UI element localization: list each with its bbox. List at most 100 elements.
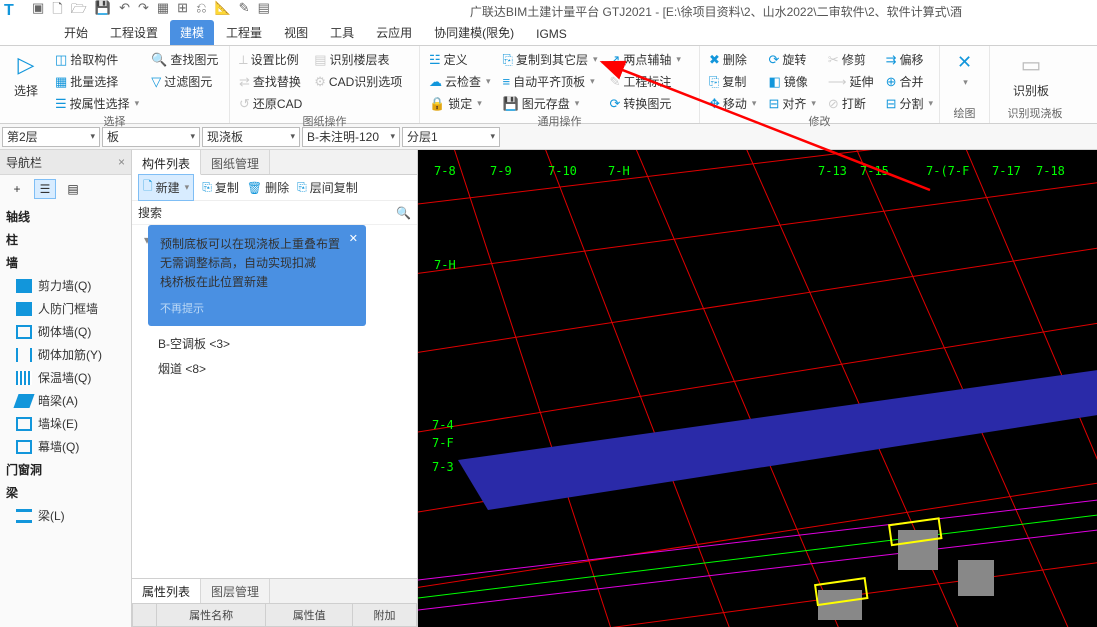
qat-icon[interactable]: ⎌ <box>196 0 206 22</box>
tree-node[interactable]: B-空调板 <3> <box>144 331 417 356</box>
search-icon[interactable]: 🔍 <box>396 206 411 220</box>
model-viewport[interactable]: 7-8 7-9 7-10 7-H 7-13 7-15 7-(7-F 7-17 7… <box>418 150 1097 627</box>
draw-tool[interactable]: ✕▾ <box>946 48 983 88</box>
nav-item[interactable]: 砌体墙(Q) <box>0 320 131 343</box>
recognize-slab[interactable]: ▭识别板 <box>996 48 1066 99</box>
pick-element[interactable]: ◫拾取构件 <box>52 50 142 69</box>
find-element[interactable]: 🔍查找图元 <box>148 50 221 69</box>
floor-combo[interactable]: 第2层▾ <box>2 127 100 147</box>
new-button[interactable]: 🗋新建▾ <box>138 174 194 201</box>
tab-quantity[interactable]: 工程量 <box>216 20 272 45</box>
nav-category[interactable]: 梁 <box>0 481 131 504</box>
layer-copy-button[interactable]: ⎘层间复制 <box>297 179 358 196</box>
delete[interactable]: ✖删除 <box>706 50 759 69</box>
qat-icon[interactable]: ▣ <box>32 0 44 22</box>
qat-icon[interactable]: ⊞ <box>177 0 188 22</box>
cloud-check[interactable]: ☁云检查▾ <box>426 72 494 91</box>
qat-icon[interactable]: 💾 <box>95 0 111 22</box>
qat-icon[interactable]: 🗁 <box>71 0 87 22</box>
nav-view-tools: + ☰ ▤ <box>0 175 131 203</box>
tab-igms[interactable]: IGMS <box>526 23 577 45</box>
property-table: 属性名称 属性值 附加 <box>132 603 417 627</box>
filter-element[interactable]: ▽过滤图元 <box>148 72 221 91</box>
copy-to-layer[interactable]: ⎘复制到其它层▾ <box>500 50 601 69</box>
tab-layers[interactable]: 图层管理 <box>201 579 270 603</box>
nav-item[interactable]: 人防门框墙 <box>0 297 131 320</box>
extend: ⟶延伸 <box>825 72 877 91</box>
tab-start[interactable]: 开始 <box>54 20 98 45</box>
select-tool[interactable]: ▷选择 <box>6 48 46 99</box>
grid-label: 7-H <box>434 258 456 272</box>
offset[interactable]: ⇉偏移 <box>883 50 936 69</box>
select-by-props[interactable]: ☰按属性选择▾ <box>52 94 142 113</box>
mirror[interactable]: ◧镜像 <box>765 72 818 91</box>
nav-category[interactable]: 轴线 <box>0 205 131 228</box>
tooltip-dismiss[interactable]: 不再提示 <box>160 301 354 319</box>
tooltip-close-icon[interactable]: ✕ <box>349 231 358 249</box>
qat-icon[interactable]: ▦ <box>157 0 169 22</box>
grid-label: 7-15 <box>860 164 889 178</box>
category-combo[interactable]: 板▾ <box>102 127 200 147</box>
main-area: 导航栏× + ☰ ▤ 轴线 柱 墙 剪力墙(Q) 人防门框墙 砌体墙(Q) 砌体… <box>0 150 1097 627</box>
nav-item[interactable]: 幕墙(Q) <box>0 435 131 458</box>
qat-icon[interactable]: ✎ <box>239 0 250 22</box>
align[interactable]: ⊟对齐▾ <box>765 94 818 113</box>
grid-label: 7-8 <box>434 164 456 178</box>
window-title: 广联达BIM土建计量平台 GTJ2021 - [E:\徐项目资料\2、山水202… <box>470 3 962 20</box>
convert-element[interactable]: ⟳转换图元 <box>607 94 684 113</box>
component-combo[interactable]: B-未注明-120▾ <box>302 127 400 147</box>
qat-icon[interactable]: ↷ <box>138 0 149 22</box>
nav-item[interactable]: 剪力墙(Q) <box>0 274 131 297</box>
close-icon[interactable]: × <box>118 155 125 169</box>
nav-add-icon[interactable]: + <box>6 179 28 199</box>
two-point-axis[interactable]: ↗两点辅轴▾ <box>607 50 684 69</box>
restore-cad: ↺还原CAD <box>236 94 305 113</box>
rotate[interactable]: ⟳旋转 <box>765 50 818 69</box>
nav-item[interactable]: 暗梁(A) <box>0 389 131 412</box>
nav-item[interactable]: 梁(L) <box>0 504 131 527</box>
tab-component-list[interactable]: 构件列表 <box>132 150 201 175</box>
qat-icon[interactable]: 🗋 <box>52 0 62 22</box>
nav-category[interactable]: 门窗洞 <box>0 458 131 481</box>
tab-props[interactable]: 属性列表 <box>132 579 201 603</box>
nav-list-icon[interactable]: ☰ <box>34 179 56 199</box>
auto-align-top[interactable]: ≡自动平齐顶板▾ <box>500 72 601 91</box>
qat-icon[interactable]: ▤ <box>258 0 270 22</box>
delete-button[interactable]: 🗑删除 <box>247 179 289 196</box>
tab-view[interactable]: 视图 <box>274 20 318 45</box>
lock[interactable]: 🔒锁定▾ <box>426 94 494 113</box>
layer-combo[interactable]: 分层1▾ <box>402 127 500 147</box>
tree-node[interactable]: 烟道 <8> <box>144 356 417 381</box>
save-element[interactable]: 💾图元存盘▾ <box>500 94 601 113</box>
tab-project-settings[interactable]: 工程设置 <box>100 20 168 45</box>
tab-collab[interactable]: 协同建模(限免) <box>424 20 524 45</box>
define[interactable]: ☳定义 <box>426 50 494 69</box>
ribbon-group-label: 识别现浇板 <box>996 105 1074 123</box>
batch-select[interactable]: ▦批量选择 <box>52 72 142 91</box>
nav-item[interactable]: 墙垛(E) <box>0 412 131 435</box>
tab-modeling[interactable]: 建模 <box>170 20 214 45</box>
nav-item[interactable]: 保温墙(Q) <box>0 366 131 389</box>
tab-cloud[interactable]: 云应用 <box>366 20 422 45</box>
qat-icon[interactable]: ↶ <box>119 0 130 22</box>
nav-grid-icon[interactable]: ▤ <box>62 179 84 199</box>
grid-label: 7-H <box>608 164 630 178</box>
tab-tools[interactable]: 工具 <box>320 20 364 45</box>
nav-item[interactable]: 砌体加筋(Y) <box>0 343 131 366</box>
ribbon-group-label: 绘图 <box>946 105 983 123</box>
type-combo[interactable]: 现浇板▾ <box>202 127 300 147</box>
mid-toolbar: 🗋新建▾ ⎘复制 🗑删除 ⎘层间复制 <box>132 175 417 201</box>
split[interactable]: ⊟分割▾ <box>883 94 936 113</box>
merge[interactable]: ⊕合并 <box>883 72 936 91</box>
nav-category[interactable]: 柱 <box>0 228 131 251</box>
quick-access-toolbar: ▣ 🗋 🗁 💾 ↶ ↷ ▦ ⊞ ⎌ 📐 ✎ ▤ <box>32 0 270 22</box>
tab-drawing-mgmt[interactable]: 图纸管理 <box>201 150 270 174</box>
qat-icon[interactable]: 📐 <box>214 0 230 22</box>
grid-label: 7-(7-F <box>926 164 969 178</box>
break: ⊘打断 <box>825 94 877 113</box>
move[interactable]: ✥移动▾ <box>706 94 759 113</box>
trim: ✂修剪 <box>825 50 877 69</box>
copy[interactable]: ⎘复制 <box>706 72 759 91</box>
nav-category[interactable]: 墙 <box>0 251 131 274</box>
copy-button[interactable]: ⎘复制 <box>202 179 239 196</box>
